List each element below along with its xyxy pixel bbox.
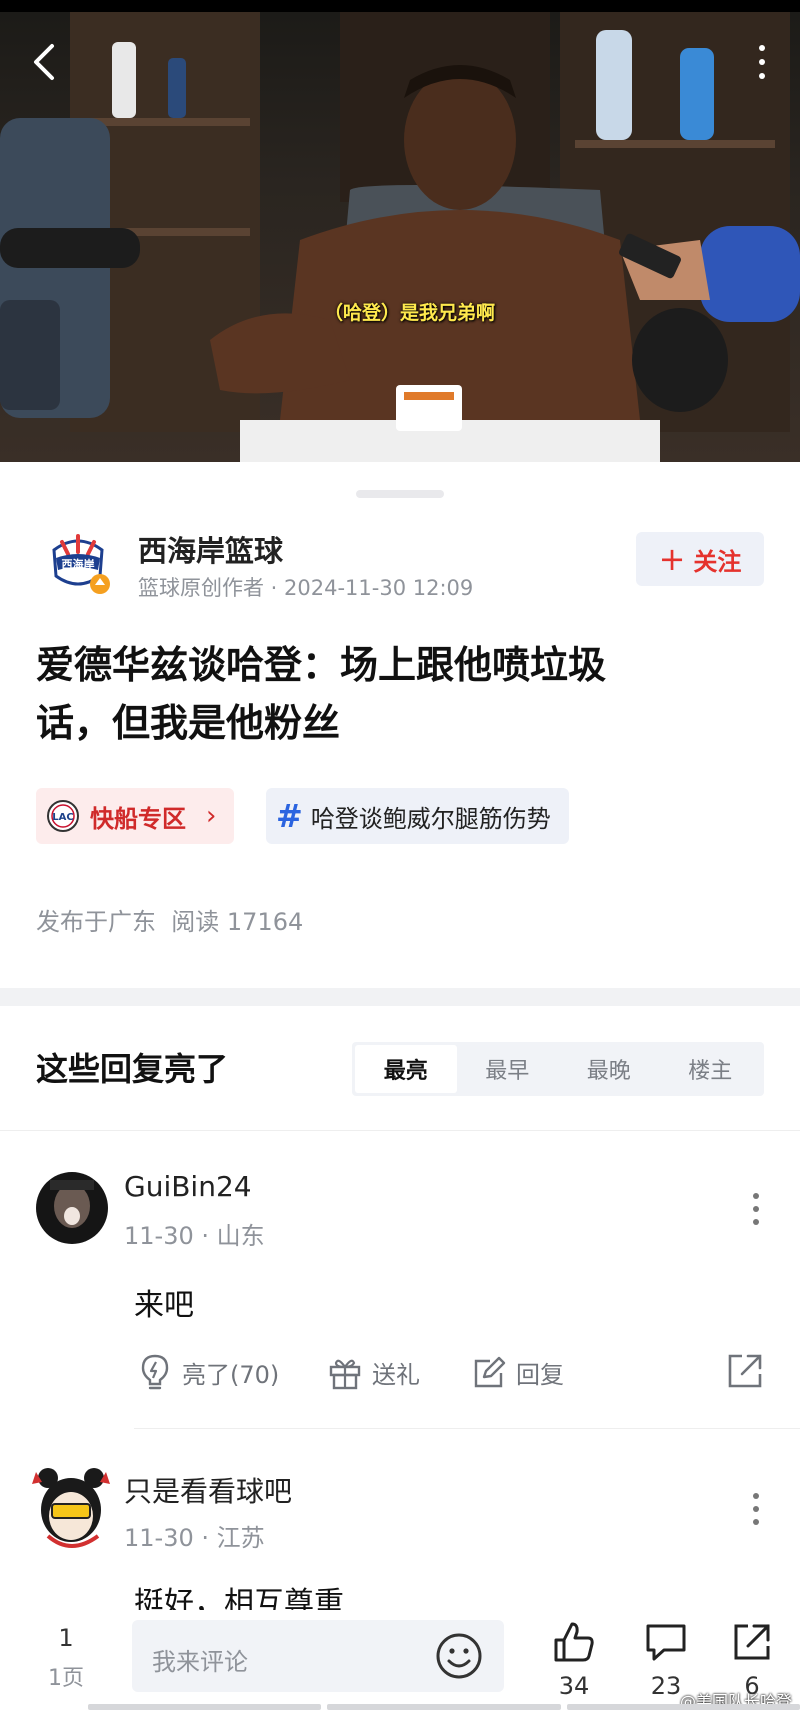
article-title: 爱德华兹谈哈登：场上跟他喷垃圾 话，但我是他粉丝 [36,636,756,752]
more-vertical-icon[interactable] [752,1192,760,1226]
like-count: 34 [558,1672,590,1700]
comment-placeholder: 我来评论 [152,1648,248,1676]
chevron-right-icon: › [206,801,217,831]
avatar-image [32,1468,110,1548]
bottom-bar: 1 1页 我来评论 34 23 6 @美国队长哈登 [0,1610,800,1710]
comment-username[interactable]: 只是看看球吧 [124,1470,292,1510]
thumbs-up-icon [554,1622,594,1662]
gift-icon [329,1359,361,1390]
status-strip [0,0,800,12]
like-comment-button[interactable]: 亮了(70) [138,1350,279,1394]
tab-latest[interactable]: 最晚 [558,1045,660,1093]
comments-section-title: 这些回复亮了 [36,1050,229,1088]
video-player[interactable]: （哈登）是我兄弟啊 [0,0,800,462]
gift-label: 送礼 [372,1360,420,1389]
author-avatar-logo[interactable]: 西海岸 [38,528,118,596]
share-icon[interactable] [726,1352,764,1390]
like-post-button[interactable]: 34 [544,1620,604,1706]
tab-hottest[interactable]: 最亮 [355,1045,457,1093]
tag-clippers-zone[interactable]: LAC 快船专区 › [36,788,235,844]
back-arrow-icon[interactable] [28,40,62,84]
author-meta: 篮球原创作者 · 2024-11-30 12:09 [138,576,474,600]
tab-earliest[interactable]: 最早 [457,1045,559,1093]
comment-meta: 11-30 · 山东 [124,1222,265,1250]
avatar[interactable] [28,1466,114,1552]
author-name[interactable]: 西海岸篮球 [138,528,283,570]
drag-handle[interactable] [356,490,444,498]
comment-text: 来吧 [134,1288,194,1323]
reply-button[interactable]: 回复 [472,1350,564,1394]
tab-op-only[interactable]: 楼主 [660,1045,762,1093]
more-vertical-icon[interactable] [752,1492,760,1526]
article-title-line-1: 爱德华兹谈哈登：场上跟他喷垃圾 [36,643,607,687]
comment-username[interactable]: GuiBin24 [124,1170,252,1203]
section-divider [0,988,800,1006]
svg-text:LAC: LAC [52,812,73,823]
lac-logo-icon: LAC [47,800,79,832]
plus-icon: + [658,540,686,578]
tag-label: 哈登谈鲍威尔腿筋伤势 [310,804,551,833]
scroll-indicator [88,1704,800,1710]
more-vertical-icon[interactable] [754,42,770,82]
scroll-segment [327,1704,561,1710]
comment-meta: 11-30 · 江苏 [124,1524,265,1552]
share-icon [734,1624,770,1660]
article-title-line-2: 话，但我是他粉丝 [36,701,341,745]
avatar[interactable] [36,1172,108,1244]
tag-topic[interactable]: # 哈登谈鲍威尔腿筋伤势 [266,788,569,844]
article-meta: 发布于广东 阅读 17164 [36,908,304,936]
page-label: 1页 [48,1666,84,1691]
comment-input[interactable]: 我来评论 [132,1620,504,1692]
svg-text:西海岸: 西海岸 [62,557,95,571]
follow-label: 关注 [693,547,742,576]
scroll-segment [566,1704,800,1710]
follow-button[interactable]: + 关注 [636,532,764,586]
edit-icon [474,1356,506,1388]
lightbulb-icon [141,1354,169,1390]
avatar-image [36,1172,108,1244]
comment-icon [646,1624,686,1661]
hash-icon: # [276,797,303,835]
gift-button[interactable]: 送礼 [328,1350,420,1394]
like-label: 亮了(70) [182,1360,280,1389]
comment-actions: 亮了(70) 送礼 回复 [138,1350,764,1394]
reply-label: 回复 [516,1360,564,1389]
scroll-segment [88,1704,322,1710]
page-number[interactable]: 1 [44,1624,88,1652]
comment-divider [134,1428,800,1429]
video-subtitle: （哈登）是我兄弟啊 [324,302,496,324]
emoji-icon[interactable] [434,1631,484,1681]
sort-tabs: 最亮 最早 最晚 楼主 [352,1042,764,1096]
divider [0,1130,800,1131]
tag-label: 快船专区 [90,804,186,833]
video-frame [0,12,800,462]
